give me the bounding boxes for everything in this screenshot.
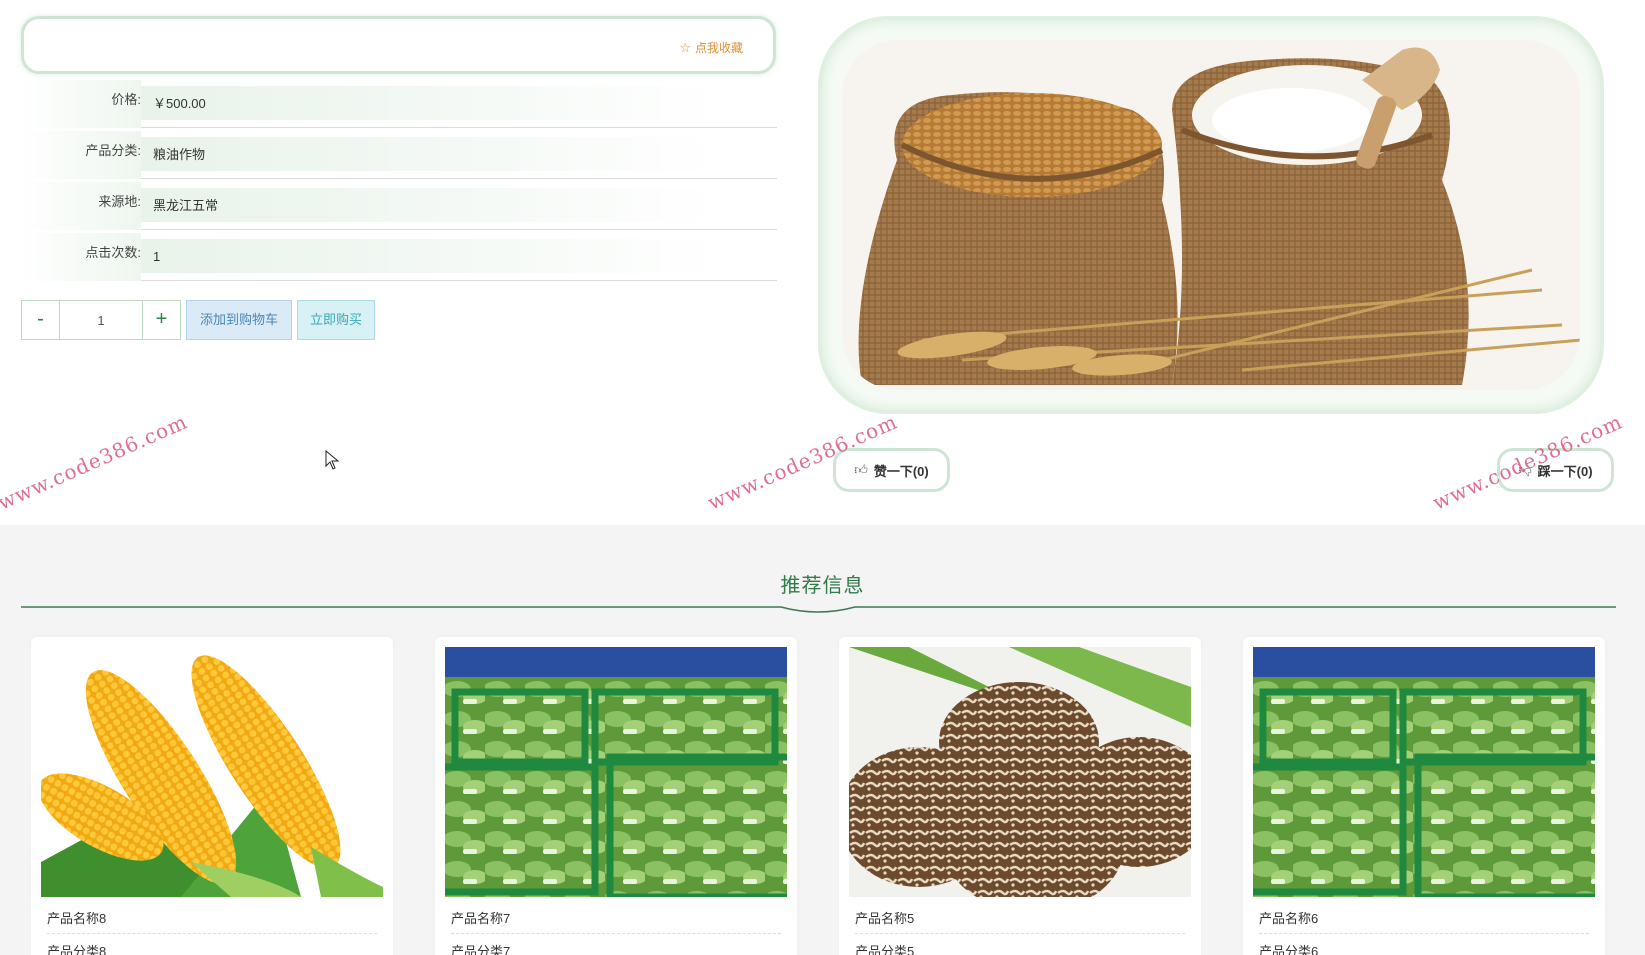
price-value: ￥500.00 bbox=[141, 86, 717, 120]
product-category: 产品分类8 bbox=[47, 944, 107, 955]
product-name[interactable]: 产品名称8 bbox=[47, 904, 377, 934]
product-name[interactable]: 产品名称7 bbox=[451, 904, 781, 934]
mouse-cursor-icon bbox=[325, 450, 339, 470]
like-button[interactable]: 👍︎ 赞一下(0) bbox=[833, 448, 950, 492]
recommend-divider bbox=[21, 606, 1616, 613]
category-label: 产品分类: bbox=[21, 131, 141, 179]
favorite-label: 点我收藏 bbox=[694, 41, 743, 55]
add-to-cart-button[interactable]: 添加到购物车 bbox=[186, 300, 292, 340]
product-thumbnail[interactable] bbox=[849, 647, 1191, 897]
quantity-increment-button[interactable]: + bbox=[142, 300, 181, 340]
quantity-stepper: - + bbox=[21, 300, 181, 340]
buy-now-button[interactable]: 立即购买 bbox=[297, 300, 375, 340]
product-category: 产品分类7 bbox=[451, 944, 511, 955]
clicks-value: 1 bbox=[141, 239, 717, 273]
product-card[interactable]: 产品名称8 产品分类8 bbox=[31, 637, 393, 955]
grain-sacks-image bbox=[842, 40, 1580, 390]
info-row-clicks: 点击次数: 1 bbox=[21, 233, 777, 281]
product-thumbnail[interactable] bbox=[1253, 647, 1595, 897]
product-image-frame bbox=[818, 16, 1604, 414]
origin-label: 来源地: bbox=[21, 182, 141, 230]
product-image bbox=[842, 40, 1580, 390]
recommend-title: 推荐信息 bbox=[780, 575, 865, 597]
quantity-decrement-button[interactable]: - bbox=[21, 300, 60, 340]
product-thumbnail[interactable] bbox=[445, 647, 787, 897]
quantity-input[interactable] bbox=[60, 300, 142, 340]
origin-value: 黑龙江五常 bbox=[141, 188, 717, 222]
product-thumbnail[interactable] bbox=[41, 647, 383, 897]
product-category: 产品分类5 bbox=[855, 944, 915, 955]
watermark-text: www.code386.com bbox=[0, 409, 191, 515]
info-row-category: 产品分类: 粮油作物 bbox=[21, 131, 777, 179]
price-label: 价格: bbox=[21, 80, 141, 128]
product-card[interactable]: 产品名称7 产品分类7 bbox=[435, 637, 797, 955]
like-label: 赞一下(0) bbox=[873, 463, 929, 479]
corn-image bbox=[41, 647, 383, 897]
bok-choy-image bbox=[445, 647, 787, 897]
product-name[interactable]: 产品名称6 bbox=[1259, 904, 1589, 934]
shiitake-image bbox=[849, 647, 1191, 897]
bok-choy-image bbox=[1253, 647, 1595, 897]
product-category: 产品分类6 bbox=[1259, 944, 1319, 955]
product-detail: ☆ 点我收藏 价格: ￥500.00 产品分类: 粮油作物 来源地: 黑龙江五常… bbox=[0, 0, 1645, 525]
favorite-button[interactable]: ☆ 点我收藏 bbox=[679, 39, 743, 56]
thumbs-up-icon: 👍︎ bbox=[854, 462, 868, 477]
dislike-label: 踩一下(0) bbox=[1537, 463, 1593, 479]
thumbs-down-icon: 👎︎ bbox=[1518, 462, 1532, 477]
product-title-box: ☆ 点我收藏 bbox=[21, 16, 776, 74]
recommend-section: 推荐信息 产品名称8 产品分类8 产品名称7 产品分类7 产品名称5 产品分类5… bbox=[0, 525, 1645, 955]
product-card[interactable]: 产品名称6 产品分类6 bbox=[1243, 637, 1605, 955]
product-card[interactable]: 产品名称5 产品分类5 bbox=[839, 637, 1201, 955]
product-name[interactable]: 产品名称5 bbox=[855, 904, 1185, 934]
dislike-button[interactable]: 👎︎ 踩一下(0) bbox=[1497, 448, 1614, 492]
star-outline-icon: ☆ bbox=[679, 39, 691, 55]
info-row-price: 价格: ￥500.00 bbox=[21, 80, 777, 128]
info-row-origin: 来源地: 黑龙江五常 bbox=[21, 182, 777, 230]
clicks-label: 点击次数: bbox=[21, 233, 141, 281]
category-value: 粮油作物 bbox=[141, 137, 717, 171]
